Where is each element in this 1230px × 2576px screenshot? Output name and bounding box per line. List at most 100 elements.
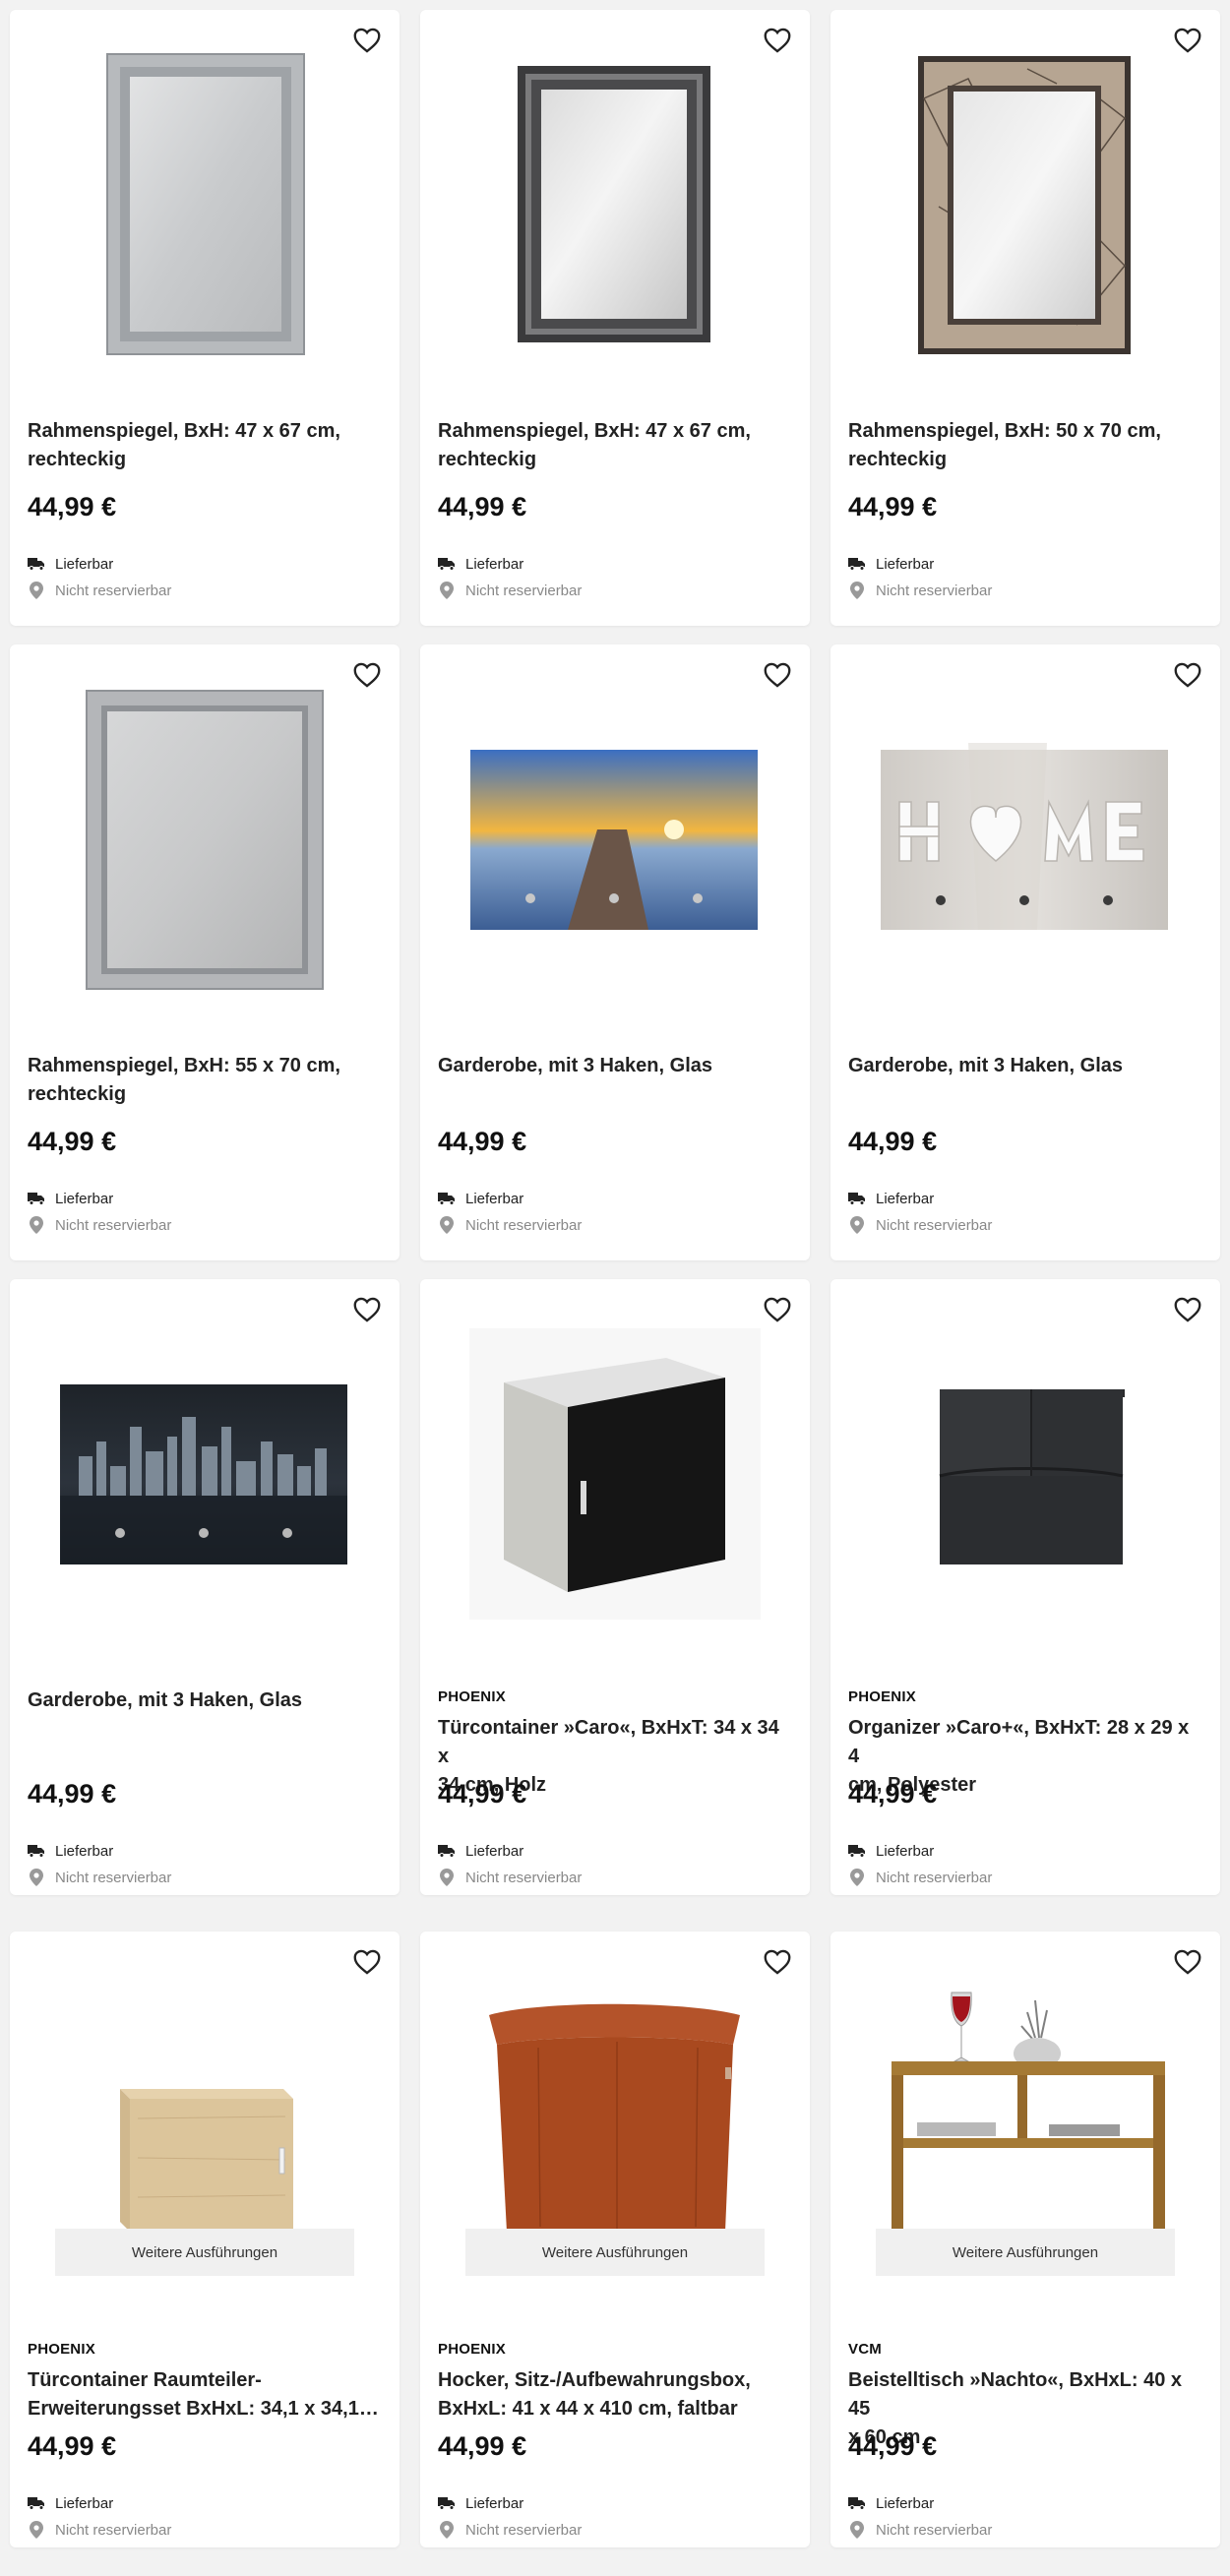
product-card[interactable]: Weitere Ausführungen PHOENIX Türcontaine… [10, 1932, 400, 2547]
heart-outline-icon [1174, 1949, 1201, 1975]
product-price: 44,99 € [28, 2431, 117, 2461]
product-grid: Rahmenspiegel, BxH: 47 x 67 cm, rechtecki… [0, 0, 1230, 2576]
product-title[interactable]: Rahmenspiegel, BxH: 50 x 70 cm, rechtecki… [848, 417, 1202, 474]
product-price: 44,99 € [848, 2431, 938, 2461]
heart-outline-icon [764, 662, 791, 688]
location-pin-icon [848, 582, 866, 599]
product-brand: VCM [848, 2341, 882, 2358]
availability: Lieferbar [28, 2494, 113, 2512]
reservation-status: Nicht reservierbar [848, 1869, 992, 1886]
location-pin-icon [28, 582, 45, 599]
reservation-status: Nicht reservierbar [848, 1216, 992, 1234]
truck-icon [848, 2494, 866, 2512]
product-title[interactable]: Rahmenspiegel, BxH: 47 x 67 cm, rechtecki… [28, 417, 382, 474]
more-variants-button[interactable]: Weitere Ausführungen [465, 2229, 765, 2276]
location-pin-icon [28, 1869, 45, 1886]
reservation-status: Nicht reservierbar [438, 1216, 582, 1234]
favorite-button[interactable] [761, 24, 794, 57]
product-card[interactable]: PHOENIX Türcontainer »Caro«, BxHxT: 34 x… [420, 1279, 810, 1895]
product-image[interactable] [830, 10, 1220, 394]
product-card[interactable]: PHOENIX Organizer »Caro+«, BxHxT: 28 x 2… [830, 1279, 1220, 1895]
favorite-button[interactable] [350, 1293, 384, 1326]
product-brand: PHOENIX [438, 2341, 506, 2358]
truck-icon [438, 1190, 456, 1207]
heart-outline-icon [764, 28, 791, 53]
favorite-button[interactable] [1171, 1293, 1204, 1326]
truck-icon [28, 1842, 45, 1860]
product-card[interactable]: Rahmenspiegel, BxH: 55 x 70 cm, rechtecki… [10, 644, 400, 1260]
product-image[interactable] [10, 10, 400, 394]
location-pin-icon [848, 1869, 866, 1886]
product-price: 44,99 € [848, 1127, 938, 1156]
product-card[interactable]: Garderobe, mit 3 Haken, Glas 44,99 € Lie… [10, 1279, 400, 1895]
availability: Lieferbar [438, 1842, 523, 1860]
heart-outline-icon [1174, 1297, 1201, 1322]
product-title[interactable]: Rahmenspiegel, BxH: 47 x 67 cm, rechtecki… [438, 417, 792, 474]
product-title[interactable]: Garderobe, mit 3 Haken, Glas [848, 1052, 1202, 1080]
more-variants-button[interactable]: Weitere Ausführungen [55, 2229, 354, 2276]
favorite-button[interactable] [350, 1945, 384, 1979]
product-title[interactable]: Garderobe, mit 3 Haken, Glas [438, 1052, 792, 1080]
product-price: 44,99 € [438, 492, 527, 521]
availability: Lieferbar [848, 1842, 934, 1860]
favorite-button[interactable] [761, 1945, 794, 1979]
truck-icon [438, 1842, 456, 1860]
product-price: 44,99 € [28, 1779, 117, 1809]
product-card[interactable]: Garderobe, mit 3 Haken, Glas 44,99 € Lie… [420, 644, 810, 1260]
heart-outline-icon [353, 28, 381, 53]
reservation-status: Nicht reservierbar [438, 2521, 582, 2539]
favorite-button[interactable] [761, 1293, 794, 1326]
product-price: 44,99 € [28, 1127, 117, 1156]
product-image[interactable] [10, 1279, 400, 1663]
product-card[interactable]: Rahmenspiegel, BxH: 47 x 67 cm, rechtecki… [420, 10, 810, 626]
product-price: 44,99 € [438, 1127, 527, 1156]
truck-icon [848, 1842, 866, 1860]
availability: Lieferbar [28, 1842, 113, 1860]
product-image[interactable] [830, 1279, 1220, 1663]
heart-outline-icon [1174, 28, 1201, 53]
heart-outline-icon [353, 1297, 381, 1322]
product-title[interactable]: Hocker, Sitz-/Aufbewahrungsbox, BxHxL: 41… [438, 2366, 792, 2423]
location-pin-icon [438, 582, 456, 599]
product-card[interactable]: Weitere Ausführungen VCM Beistelltisch »… [830, 1932, 1220, 2547]
product-price: 44,99 € [848, 1779, 938, 1809]
product-card[interactable]: Weitere Ausführungen PHOENIX Hocker, Sit… [420, 1932, 810, 2547]
more-variants-button[interactable]: Weitere Ausführungen [876, 2229, 1175, 2276]
favorite-button[interactable] [1171, 24, 1204, 57]
favorite-button[interactable] [350, 24, 384, 57]
heart-outline-icon [1174, 662, 1201, 688]
favorite-button[interactable] [1171, 658, 1204, 692]
reservation-status: Nicht reservierbar [28, 1216, 171, 1234]
product-image[interactable] [420, 1279, 810, 1663]
product-image[interactable] [420, 644, 810, 1028]
reservation-status: Nicht reservierbar [848, 2521, 992, 2539]
product-image[interactable] [420, 10, 810, 394]
product-card[interactable]: Rahmenspiegel, BxH: 50 x 70 cm, rechtecki… [830, 10, 1220, 626]
reservation-status: Nicht reservierbar [28, 582, 171, 599]
favorite-button[interactable] [350, 658, 384, 692]
location-pin-icon [438, 1869, 456, 1886]
product-brand: PHOENIX [848, 1688, 916, 1705]
favorite-button[interactable] [761, 658, 794, 692]
product-image[interactable] [10, 644, 400, 1028]
truck-icon [438, 2494, 456, 2512]
location-pin-icon [28, 2521, 45, 2539]
product-brand: PHOENIX [438, 1688, 506, 1705]
availability: Lieferbar [438, 2494, 523, 2512]
truck-icon [28, 555, 45, 573]
product-image[interactable] [830, 644, 1220, 1028]
product-title[interactable]: Türcontainer Raumteiler- Erweiterungsset … [28, 2366, 382, 2423]
heart-outline-icon [764, 1949, 791, 1975]
location-pin-icon [848, 1216, 866, 1234]
product-price: 44,99 € [438, 2431, 527, 2461]
product-title[interactable]: Rahmenspiegel, BxH: 55 x 70 cm, rechtecki… [28, 1052, 382, 1109]
product-card[interactable]: Rahmenspiegel, BxH: 47 x 67 cm, rechtecki… [10, 10, 400, 626]
truck-icon [438, 555, 456, 573]
availability: Lieferbar [28, 555, 113, 573]
product-card[interactable]: Garderobe, mit 3 Haken, Glas 44,99 € Lie… [830, 644, 1220, 1260]
location-pin-icon [438, 1216, 456, 1234]
product-price: 44,99 € [28, 492, 117, 521]
favorite-button[interactable] [1171, 1945, 1204, 1979]
reservation-status: Nicht reservierbar [438, 1869, 582, 1886]
product-title[interactable]: Garderobe, mit 3 Haken, Glas [28, 1687, 382, 1715]
